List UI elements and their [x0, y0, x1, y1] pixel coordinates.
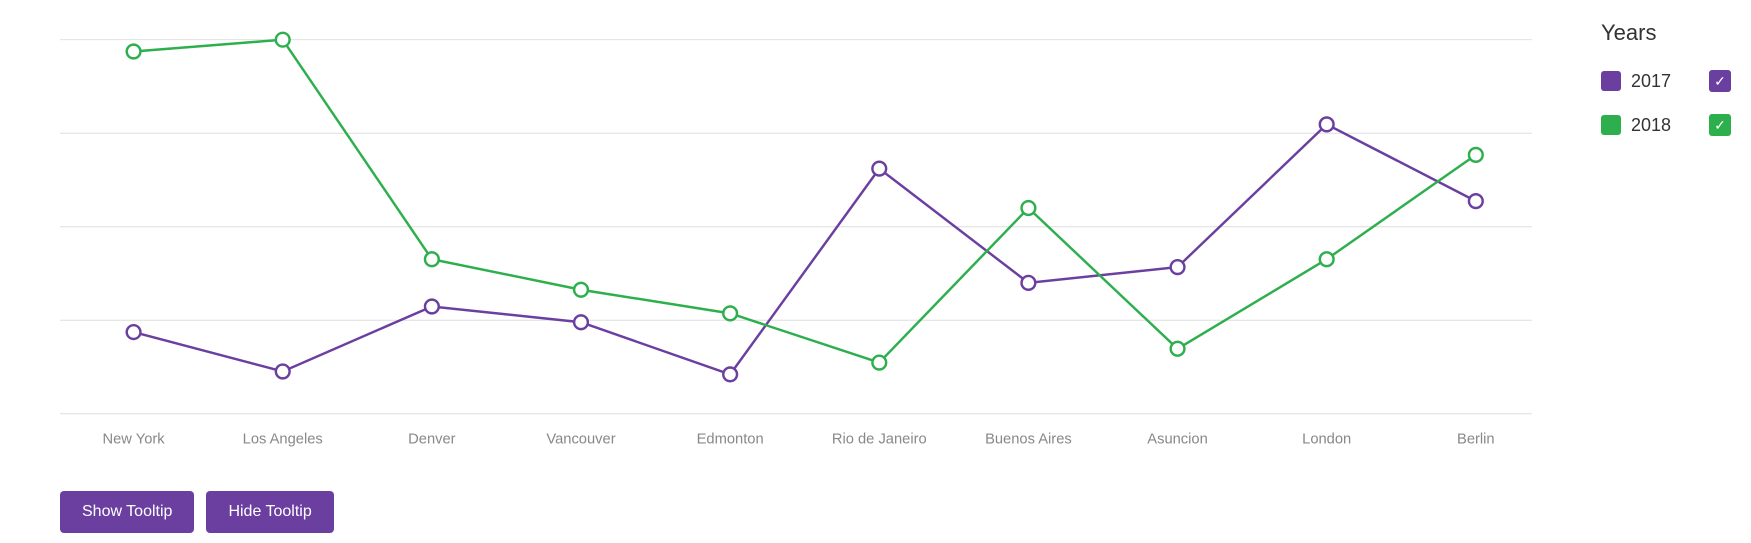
x-label-asuncion: Asuncion	[1147, 431, 1208, 447]
x-label-denver: Denver	[408, 431, 456, 447]
dot-2017-7	[1171, 260, 1185, 274]
legend-check-2017[interactable]: ✓	[1709, 70, 1731, 92]
dot-2017-4	[723, 368, 737, 382]
dot-2018-2	[425, 252, 439, 266]
x-label-vancouver: Vancouver	[546, 431, 615, 447]
legend-color-2018	[1601, 115, 1621, 135]
dot-2018-1	[276, 33, 290, 47]
x-label-new-york: New York	[103, 431, 166, 447]
dot-2017-0	[127, 325, 141, 339]
x-label-rio: Rio de Janeiro	[832, 431, 927, 447]
dot-2017-3	[574, 315, 588, 329]
x-label-los-angeles: Los Angeles	[243, 431, 323, 447]
legend-title: Years	[1601, 20, 1731, 46]
dot-2017-1	[276, 365, 290, 379]
dot-2018-7	[1171, 342, 1185, 356]
legend-item-2018: 2018 ✓	[1601, 114, 1731, 136]
dot-2017-2	[425, 300, 439, 314]
x-label-buenos-aires: Buenos Aires	[985, 431, 1072, 447]
dot-2017-9	[1469, 194, 1483, 208]
legend-label-2018: 2018	[1631, 115, 1671, 136]
legend-container: Years 2017 ✓ 2018 ✓	[1591, 0, 1751, 543]
dot-2018-0	[127, 45, 141, 59]
dot-2017-8	[1320, 117, 1334, 131]
dot-2017-5	[872, 162, 886, 176]
show-tooltip-button[interactable]: Show Tooltip	[60, 491, 194, 533]
line-chart: 8K 6K 4K 2K 0 New York Los Angeles Denve…	[60, 20, 1571, 463]
dot-2018-4	[723, 306, 737, 320]
legend-check-2018[interactable]: ✓	[1709, 114, 1731, 136]
legend-label-2017: 2017	[1631, 71, 1671, 92]
buttons-area: Show Tooltip Hide Tooltip	[60, 491, 334, 533]
dot-2018-8	[1320, 252, 1334, 266]
dot-2018-5	[872, 356, 886, 370]
x-label-edmonton: Edmonton	[697, 431, 764, 447]
chart-container: 8K 6K 4K 2K 0 New York Los Angeles Denve…	[0, 0, 1591, 543]
series-2018-line	[134, 40, 1476, 363]
dot-2017-6	[1022, 276, 1036, 290]
x-label-london: London	[1302, 431, 1351, 447]
legend-item-2017: 2017 ✓	[1601, 70, 1731, 92]
legend-color-2017	[1601, 71, 1621, 91]
x-label-berlin: Berlin	[1457, 431, 1495, 447]
dot-2018-3	[574, 283, 588, 297]
dot-2018-6	[1022, 201, 1036, 215]
hide-tooltip-button[interactable]: Hide Tooltip	[206, 491, 333, 533]
dot-2018-9	[1469, 148, 1483, 162]
